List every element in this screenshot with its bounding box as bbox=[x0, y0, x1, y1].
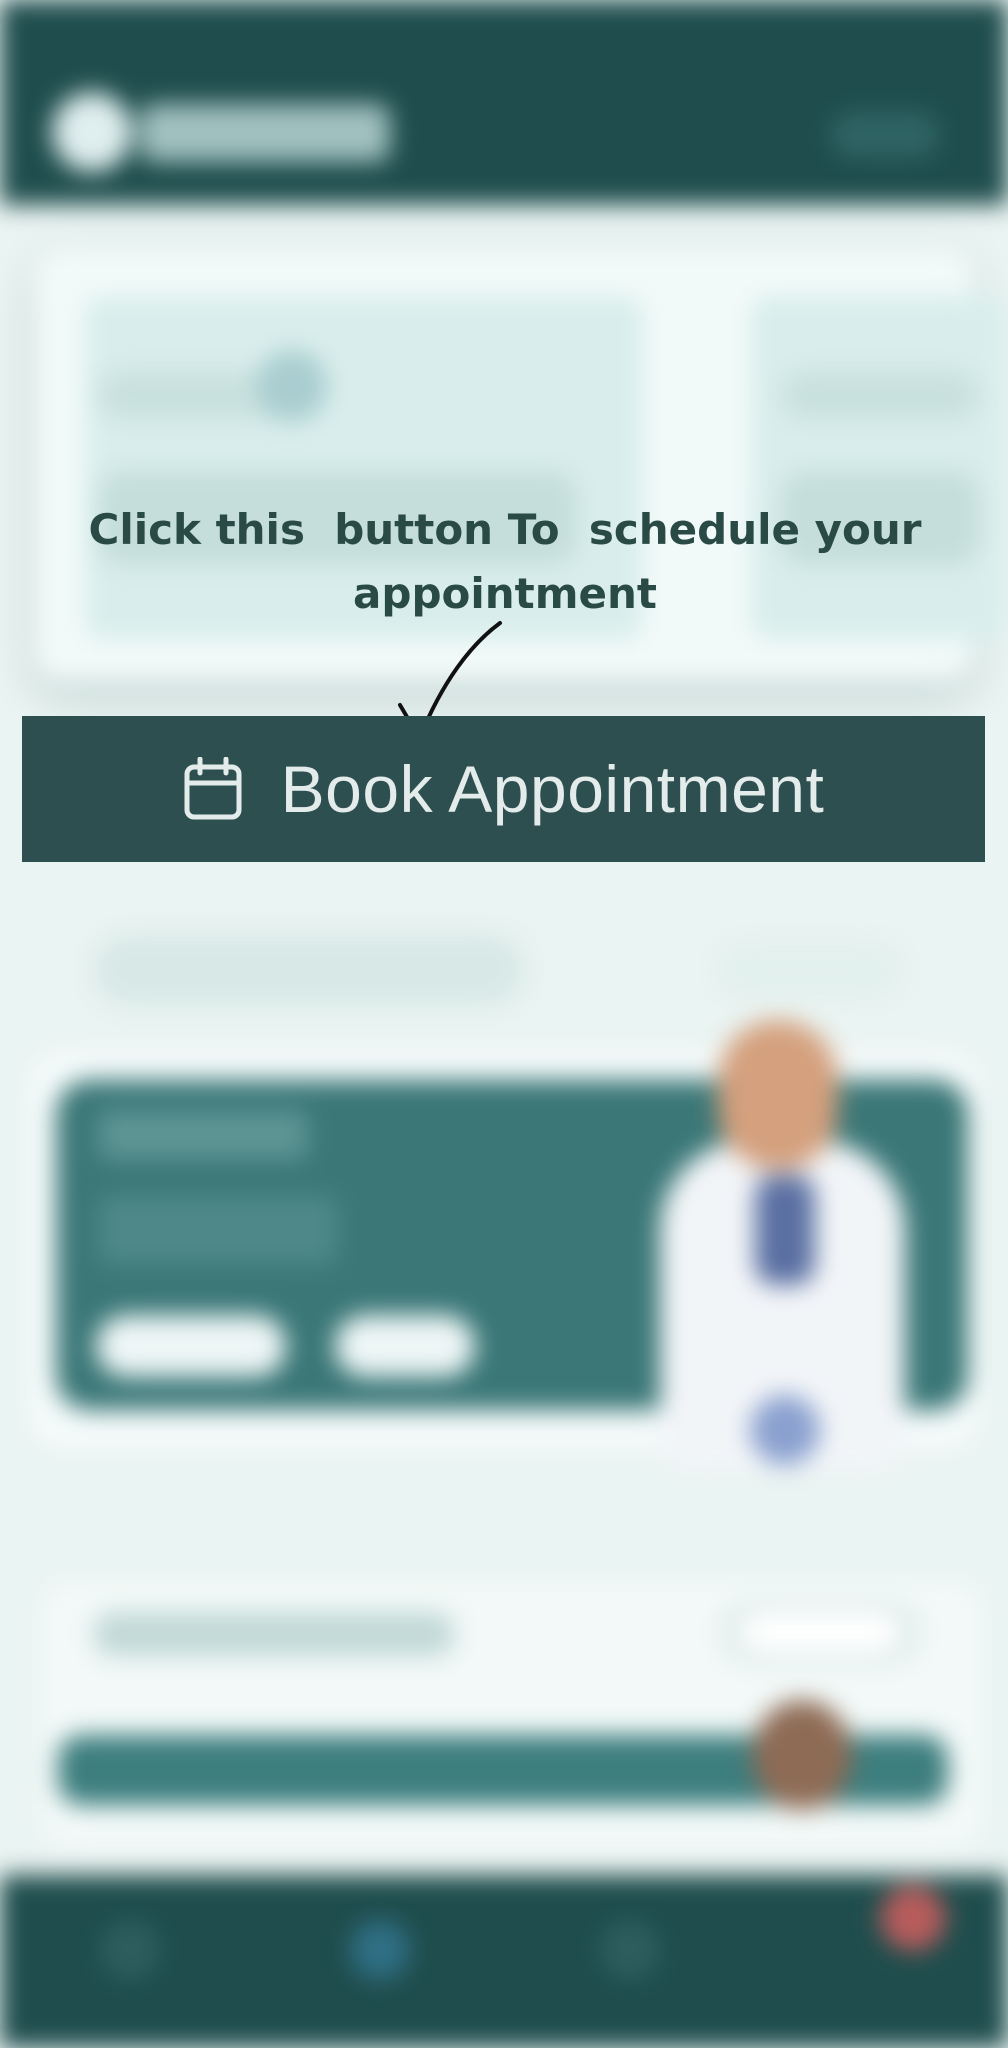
book-appointment-button[interactable]: Book Appointment bbox=[22, 716, 985, 862]
nav-calendar-icon[interactable] bbox=[350, 1920, 410, 1980]
app-logo-wordmark bbox=[140, 104, 390, 162]
tutorial-hint-line1: Click this button To schedule your bbox=[88, 505, 922, 554]
summary-label-right bbox=[780, 370, 980, 420]
blurred-background-app bbox=[0, 0, 1008, 2048]
app-header bbox=[0, 0, 1008, 205]
see-all-link[interactable] bbox=[720, 945, 900, 995]
tutorial-hint-line2: appointment bbox=[353, 569, 657, 618]
date-filter-value bbox=[740, 1612, 900, 1652]
summary-badge bbox=[256, 350, 328, 422]
promo-primary-button[interactable] bbox=[96, 1315, 286, 1377]
promo-title bbox=[98, 1110, 308, 1160]
header-menu-button[interactable] bbox=[830, 112, 940, 158]
section-heading bbox=[94, 935, 524, 1005]
doctor-head bbox=[718, 1020, 838, 1170]
promo-subtitle bbox=[98, 1195, 338, 1265]
calendar-icon bbox=[184, 757, 242, 820]
tutorial-hint: Click this button To schedule your appoin… bbox=[60, 498, 950, 626]
nav-notification-icon[interactable] bbox=[880, 1885, 946, 1951]
doctor-tie bbox=[755, 1175, 815, 1285]
recent-appointments-title bbox=[94, 1612, 454, 1656]
avatar bbox=[752, 1700, 852, 1810]
book-appointment-label: Book Appointment bbox=[280, 752, 825, 826]
promo-secondary-button[interactable] bbox=[335, 1315, 475, 1377]
nav-home-icon[interactable] bbox=[100, 1920, 160, 1980]
app-logo bbox=[52, 92, 132, 172]
stethoscope-icon bbox=[750, 1395, 820, 1465]
nav-messages-icon[interactable] bbox=[600, 1920, 660, 1980]
